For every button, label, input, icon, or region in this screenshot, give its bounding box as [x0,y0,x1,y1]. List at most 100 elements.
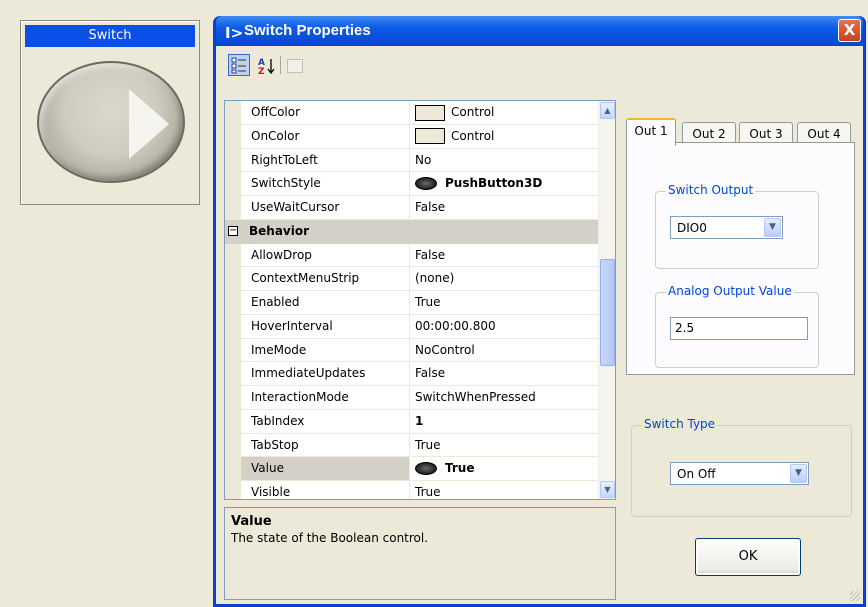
row-margin [225,124,241,149]
category-row[interactable]: − Behavior [225,219,599,244]
switch-control[interactable]: Switch [20,20,200,205]
ok-button[interactable]: OK [695,538,801,576]
play-triangle-icon [129,89,169,159]
property-name[interactable]: TabStop [241,433,410,458]
scroll-up-arrow-icon[interactable]: ▲ [600,102,615,119]
property-value[interactable]: SwitchWhenPressed [411,386,599,410]
property-value[interactable]: No [411,149,599,173]
collapse-icon[interactable]: − [228,225,238,236]
property-value[interactable]: True [411,481,599,499]
property-row[interactable]: AllowDrop False [225,243,599,268]
property-name[interactable]: AllowDrop [241,243,410,268]
property-value-text: No [415,152,432,167]
alphabetical-sort-button[interactable]: A Z [254,54,276,77]
chevron-down-icon[interactable]: ▼ [764,218,781,237]
sort-az-icon: A Z [258,58,275,77]
property-name[interactable]: Enabled [241,291,410,315]
row-margin [225,338,241,363]
property-name[interactable]: OffColor [241,101,410,125]
row-margin [225,362,241,386]
row-margin [225,409,241,434]
property-row[interactable]: TabStop True [225,433,599,458]
color-swatch-icon [415,104,445,121]
toolbar-separator [280,56,281,74]
property-name[interactable]: RightToLeft [241,148,410,173]
property-value-text: PushButton3D [445,176,543,191]
property-name[interactable]: HoverInterval [241,314,410,339]
property-row[interactable]: ImeMode NoControl [225,338,599,363]
property-grid[interactable]: OffColor Control OnColor Control RightToLeft… [224,100,616,500]
switch-type-select[interactable]: On Off ▼ [670,462,809,485]
chevron-down-icon[interactable]: ▼ [790,464,807,483]
property-row[interactable]: Value True [225,457,599,481]
close-button[interactable]: X [838,19,861,42]
property-row[interactable]: OnColor Control [225,124,599,149]
property-value[interactable]: False [411,196,599,220]
property-name[interactable]: TabIndex [241,409,410,434]
scroll-down-arrow-icon[interactable]: ▼ [600,481,615,498]
property-value[interactable]: False [411,362,599,386]
tab-out-1[interactable]: Out 1 [626,118,676,146]
property-row[interactable]: Visible True [225,481,599,499]
row-margin [225,481,241,499]
category-label: Behavior [249,223,310,238]
property-value-text: True [445,461,475,476]
scroll-thumb[interactable] [600,259,615,366]
switch-output-select[interactable]: DIO0 ▼ [670,216,783,239]
property-pages-button[interactable] [287,59,303,73]
property-row[interactable]: ImmediateUpdates False [225,362,599,386]
property-name[interactable]: OnColor [241,124,410,149]
property-row[interactable]: OffColor Control [225,101,599,125]
dialog-client: A Z OffColor Control OnColor Control RightTo… [216,46,863,604]
analog-output-input[interactable]: 2.5 [670,317,808,340]
tab-panel-out-1: Switch Output DIO0 ▼ Analog Output Value… [626,142,855,375]
property-value[interactable]: True [411,434,599,458]
property-row[interactable]: HoverInterval 00:00:00.800 [225,314,599,339]
pushbutton-switch[interactable] [37,61,185,183]
property-name[interactable]: Value [241,457,410,481]
property-value-text: False [415,247,446,262]
property-name[interactable]: UseWaitCursor [241,196,410,220]
resize-grip-icon[interactable] [850,591,860,601]
switch-preview-icon [415,462,437,476]
analog-output-legend: Analog Output Value [666,284,794,298]
property-name[interactable]: Visible [241,481,410,499]
property-row[interactable]: Enabled True [225,291,599,315]
switch-preview-icon [415,177,437,191]
property-value[interactable]: Control [411,125,599,149]
property-name[interactable]: ImeMode [241,338,410,363]
property-name[interactable]: ContextMenuStrip [241,267,410,291]
property-value[interactable]: NoControl [411,339,599,363]
property-value[interactable]: PushButton3D [411,172,599,196]
row-margin [225,291,241,315]
property-row[interactable]: SwitchStyle PushButton3D [225,172,599,196]
row-margin [225,433,241,458]
switch-type-value: On Off [677,467,716,481]
property-value-text: Control [451,105,495,119]
property-row[interactable]: ContextMenuStrip (none) [225,267,599,291]
property-row[interactable]: RightToLeft No [225,148,599,173]
vertical-scrollbar[interactable]: ▲ ▼ [598,101,615,499]
property-row[interactable]: UseWaitCursor False [225,196,599,220]
property-value-text: True [415,437,441,452]
property-value-text: 00:00:00.800 [415,318,496,333]
switch-properties-dialog: I> Switch Properties X A Z OffColor Cont… [213,16,866,607]
property-value[interactable]: 00:00:00.800 [411,315,599,339]
property-value[interactable]: True [411,457,599,481]
property-row[interactable]: InteractionMode SwitchWhenPressed [225,386,599,410]
property-name[interactable]: ImmediateUpdates [241,362,410,386]
property-name[interactable]: InteractionMode [241,386,410,410]
row-margin [225,172,241,196]
property-value[interactable]: Control [411,101,599,125]
categorized-button[interactable] [228,54,250,76]
switch-type-group: Switch Type On Off ▼ [631,417,852,517]
property-row[interactable]: TabIndex 1 [225,409,599,434]
row-margin [225,314,241,339]
property-value[interactable]: (none) [411,267,599,291]
row-margin [225,457,241,481]
property-value[interactable]: False [411,244,599,268]
property-value[interactable]: 1 [411,410,599,434]
title-bar[interactable]: I> Switch Properties X [216,16,863,46]
property-name[interactable]: SwitchStyle [241,172,410,196]
property-value[interactable]: True [411,291,599,315]
